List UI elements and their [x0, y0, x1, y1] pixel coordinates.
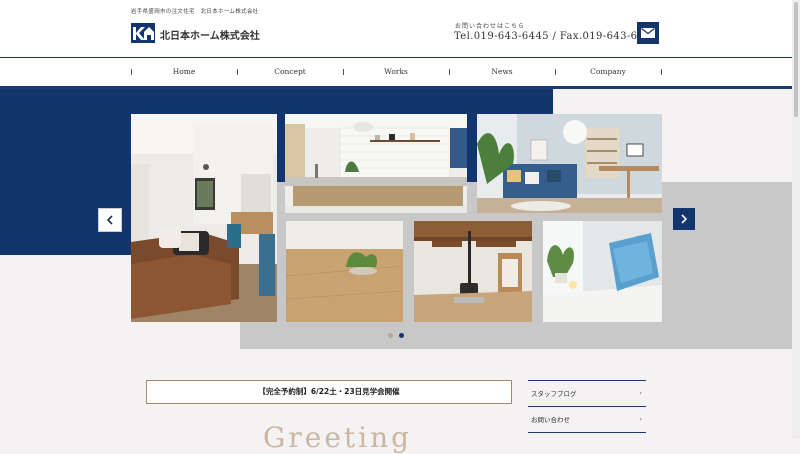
nav-separator	[661, 69, 662, 75]
slider-dot-1[interactable]	[388, 333, 393, 338]
nav-item-news[interactable]: News	[449, 58, 555, 86]
chevron-left-icon	[106, 215, 113, 225]
chevron-right-icon	[681, 214, 688, 224]
hero-slider	[131, 114, 662, 322]
side-link-label: スタッフブログ	[531, 390, 577, 398]
side-link-contact[interactable]: お問い合わせ ›	[528, 407, 646, 433]
main-nav: Home Concept Works News Company	[0, 58, 800, 86]
wood-stove-room-photo	[414, 221, 532, 322]
nav-item-company[interactable]: Company	[555, 58, 661, 86]
event-banner[interactable]: 【完全予約制】6/22土・23日見学会開催	[146, 380, 512, 404]
contact-phone-fax: Tel.019-643-6445 / Fax.019-643-6448	[454, 31, 658, 42]
wood-floor-plant-photo	[286, 221, 403, 322]
nav-item-home[interactable]: Home	[131, 58, 237, 86]
mail-icon	[641, 28, 655, 38]
nav-item-concept[interactable]: Concept	[237, 58, 343, 86]
contact-caption: お問い合わせはこちら	[455, 23, 526, 30]
window-cushion-plant-photo	[543, 221, 662, 322]
mail-contact-button[interactable]	[637, 22, 659, 44]
header-tagline: 岩手県盛岡市の注文住宅 北日本ホーム株式会社	[131, 9, 259, 15]
chevron-right-icon: ›	[639, 390, 642, 397]
slider-prev-button[interactable]	[98, 208, 122, 232]
slider-dot-2[interactable]	[399, 333, 404, 338]
company-name[interactable]: 北日本ホーム株式会社	[160, 27, 260, 42]
greeting-heading: Greeting	[263, 421, 413, 454]
chevron-right-icon: ›	[639, 416, 642, 423]
side-link-label: お問い合わせ	[531, 416, 570, 424]
side-link-staff-blog[interactable]: スタッフブログ ›	[528, 381, 646, 407]
slider-next-button[interactable]	[673, 208, 695, 230]
site-header: 岩手県盛岡市の注文住宅 北日本ホーム株式会社 北日本ホーム株式会社 お問い合わせ…	[0, 0, 800, 58]
nav-item-works[interactable]: Works	[343, 58, 449, 86]
company-logo-icon[interactable]	[131, 23, 155, 43]
scrollbar-thumb[interactable]	[794, 2, 798, 117]
blue-sofa-living-photo	[477, 114, 662, 213]
living-room-sofa-photo	[131, 114, 277, 322]
kitchen-counter-photo	[285, 114, 467, 213]
